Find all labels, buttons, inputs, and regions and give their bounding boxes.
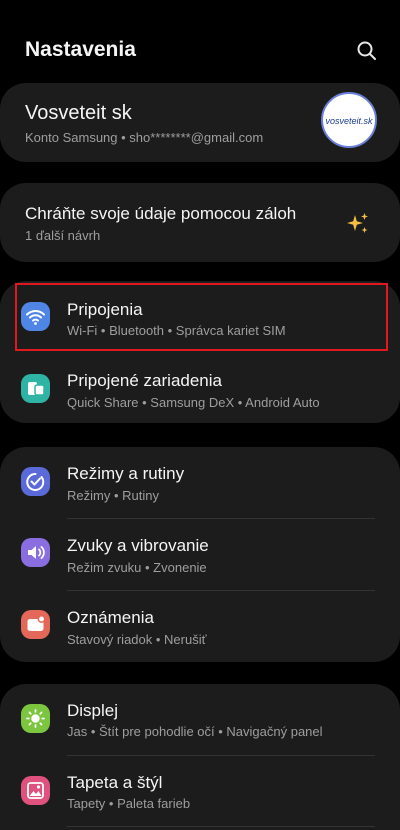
wallpaper-icon: [21, 776, 50, 805]
search-icon[interactable]: [354, 38, 380, 64]
page-title: Nastavenia: [25, 38, 136, 61]
account-name: Vosveteit sk: [25, 102, 132, 124]
item-subtitle: Quick Share • Samsung DeX • Android Auto: [67, 395, 320, 410]
modes-routines-icon: [21, 467, 50, 496]
item-title: Režimy a rutiny: [67, 464, 185, 483]
item-title: Tapeta a štýl: [67, 773, 163, 792]
notifications-icon: [21, 610, 50, 639]
divider: [67, 826, 375, 827]
sparkle-icon: [346, 212, 370, 236]
highlight-box: [15, 283, 388, 351]
settings-item-modes-routines[interactable]: Režimy a rutiny Režimy • Rutiny: [0, 450, 400, 518]
divider: [67, 518, 375, 519]
item-subtitle: Režim zvuku • Zvonenie: [67, 560, 207, 575]
divider: [67, 755, 375, 756]
sound-icon: [21, 538, 50, 567]
item-subtitle: Jas • Štít pre pohodlie očí • Navigačný …: [67, 724, 323, 739]
avatar-logo-text: vosveteit.sk: [325, 116, 373, 126]
app-header: Nastavenia: [0, 0, 400, 82]
item-title: Zvuky a vibrovanie: [67, 536, 209, 555]
backup-title: Chráňte svoje údaje pomocou záloh: [25, 204, 297, 223]
item-subtitle: Stavový riadok • Nerušiť: [67, 632, 207, 647]
settings-item-display[interactable]: Displej Jas • Štít pre pohodlie očí • Na…: [0, 686, 400, 754]
divider: [67, 590, 375, 591]
settings-item-connected-devices[interactable]: Pripojené zariadenia Quick Share • Samsu…: [0, 353, 400, 421]
settings-item-notifications[interactable]: Oznámenia Stavový riadok • Nerušiť: [0, 592, 400, 660]
item-title: Pripojené zariadenia: [67, 371, 222, 390]
item-subtitle: Tapety • Paleta farieb: [67, 796, 191, 811]
settings-item-sounds[interactable]: Zvuky a vibrovanie Režim zvuku • Zvoneni…: [0, 520, 400, 588]
avatar[interactable]: vosveteit.sk: [321, 92, 377, 148]
account-subtitle: Konto Samsung • sho********@gmail.com: [25, 130, 264, 145]
connected-devices-icon: [21, 374, 50, 403]
item-title: Oznámenia: [67, 608, 154, 627]
backup-subtitle: 1 ďalší návrh: [25, 228, 101, 243]
item-title: Displej: [67, 701, 119, 720]
settings-item-wallpaper[interactable]: Tapeta a štýl Tapety • Paleta farieb: [0, 757, 400, 825]
item-subtitle: Režimy • Rutiny: [67, 488, 159, 503]
display-icon: [21, 704, 50, 733]
